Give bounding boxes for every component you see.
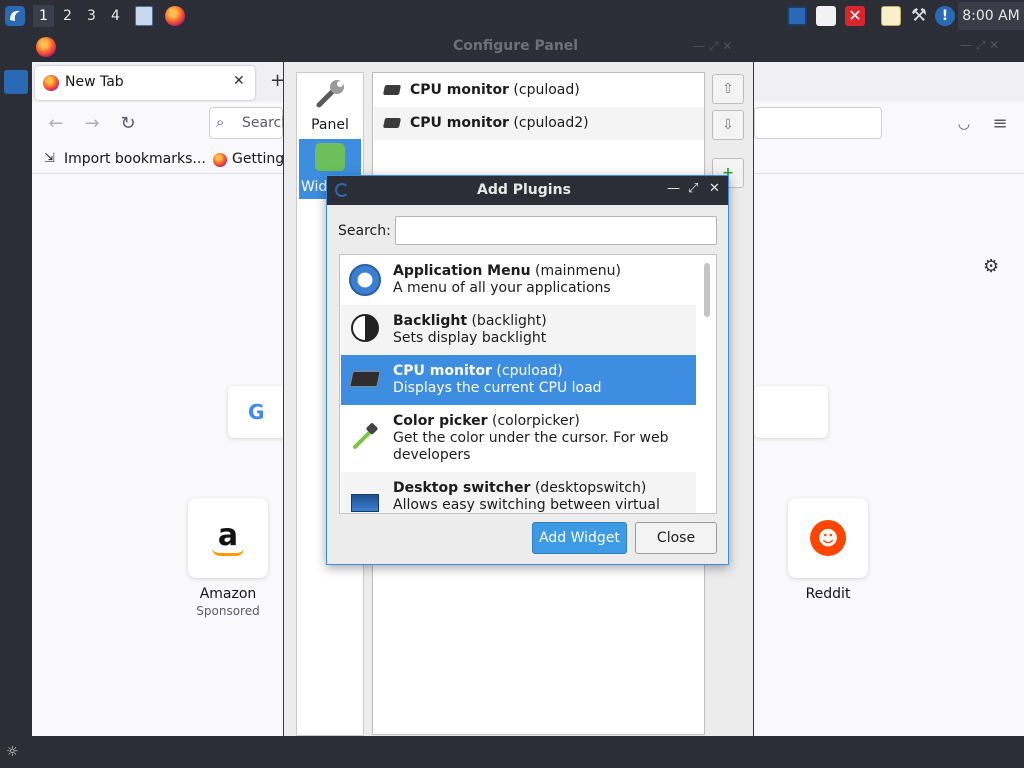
cpu-icon [349, 371, 381, 387]
reddit-icon: ☻ [810, 520, 846, 556]
plugin-list: Application Menu (mainmenu) A menu of all… [339, 254, 717, 514]
bookmark-firefox-icon [213, 153, 227, 167]
url-bar[interactable]: ⌕ Search [209, 107, 290, 139]
widget-row-cpuload[interactable]: CPU monitor (cpuload) [374, 74, 704, 107]
search-box-right[interactable] [754, 386, 828, 438]
configure-panel-title: Configure Panel [453, 38, 579, 54]
plugin-text: Color picker (colorpicker) Get the color … [393, 413, 669, 463]
close-button[interactable]: Close [635, 522, 717, 554]
search-label: Search: [338, 223, 391, 239]
puzzle-icon [315, 143, 345, 171]
brightness-icon [351, 314, 379, 342]
tab-title: New Tab [65, 74, 124, 90]
reload-icon[interactable]: ↻ [115, 111, 141, 137]
plugin-item-cpuload[interactable]: CPU monitor (cpuload) Displays the curren… [341, 355, 696, 405]
pocket-icon[interactable]: ◡ [951, 111, 977, 137]
plugin-list-scrollbar[interactable] [704, 263, 710, 317]
firefox-launcher-icon-2[interactable] [36, 37, 56, 57]
plugin-text: Backlight (backlight) Sets display backli… [393, 313, 547, 346]
clock[interactable]: 8:00 AM [958, 2, 1024, 30]
plugin-item-backlight[interactable]: Backlight (backlight) Sets display backli… [341, 305, 696, 355]
add-widget-button[interactable]: Add Widget [532, 522, 627, 554]
search-icon: ⌕ [216, 113, 225, 131]
maximize-icon[interactable]: ⤢ [688, 181, 698, 196]
widget-row-label: CPU monitor (cpuload) [410, 82, 580, 98]
widget-row-label: CPU monitor (cpuload2) [410, 115, 589, 131]
ghost-window-controls: — ⤢ ✕ [960, 38, 1000, 52]
back-icon[interactable]: ← [43, 111, 69, 137]
sidebar-panel-label: Panel [311, 117, 349, 133]
widget-row-cpuload2[interactable]: CPU monitor (cpuload2) [374, 107, 704, 140]
file-manager-icon[interactable] [135, 6, 153, 26]
cpu-icon [382, 85, 402, 95]
add-plugins-dialog: Add Plugins — ⤢ ✕ Search: Application Me… [326, 175, 729, 565]
close-red-icon[interactable]: ✕ [845, 6, 865, 26]
move-down-button[interactable]: ⇩ [712, 110, 744, 140]
plugin-text: Application Menu (mainmenu) A menu of all… [393, 263, 621, 296]
app-menu-icon[interactable] [4, 5, 26, 27]
wrench-icon [313, 77, 347, 111]
move-up-button[interactable]: ⇧ [712, 74, 744, 104]
tile-reddit-label: Reddit [805, 586, 851, 602]
minimize-icon[interactable]: — [667, 181, 680, 196]
google-search-box[interactable]: G [228, 386, 288, 438]
firefox-tab-icon [43, 75, 59, 91]
bottom-panel: ☼ [0, 736, 1024, 768]
network-icon[interactable] [787, 6, 807, 26]
tab-new-tab[interactable]: New Tab ✕ [35, 66, 255, 100]
amazon-smile-icon [212, 548, 244, 556]
sidebar-item-panel[interactable]: Panel [297, 73, 363, 139]
brightness-small-icon[interactable]: ☼ [6, 744, 19, 760]
bookmark-import[interactable]: Import bookmarks... [64, 151, 206, 167]
top-panel: 1 2 3 4 ✕ ⚒ ! 8:00 AM [0, 0, 1024, 32]
tools-icon[interactable]: ⚒ [909, 6, 929, 26]
url-bar-right[interactable] [754, 107, 882, 139]
add-plugins-titlebar[interactable]: Add Plugins — ⤢ ✕ [327, 176, 728, 205]
bookmark-getting-started[interactable]: Getting [232, 151, 284, 167]
plugin-item-desktopswitch[interactable]: Desktop switcher (desktopswitch) Allows e… [341, 472, 696, 513]
google-icon: G [248, 400, 265, 424]
cpu-icon [382, 118, 402, 128]
plugin-item-colorpicker[interactable]: Color picker (colorpicker) Get the color … [341, 405, 696, 472]
settings-gear-icon[interactable]: ⚙ [983, 256, 999, 277]
import-bookmarks-icon: ⇲ [44, 151, 55, 166]
notes-icon[interactable] [881, 6, 901, 26]
left-dock [0, 32, 32, 736]
desktop-switcher-icon [351, 494, 379, 512]
plugin-text: Desktop switcher (desktopswitch) Allows e… [393, 480, 660, 513]
workspace-1[interactable]: 1 [33, 5, 54, 27]
tile-amazon-label: Amazon [199, 586, 257, 602]
dialog-app-icon [335, 183, 349, 197]
add-plugins-title: Add Plugins [477, 182, 571, 198]
sidebar-widgets-label: Wid [301, 179, 328, 195]
clipboard-icon[interactable] [816, 6, 836, 26]
tile-amazon-sponsored: Sponsored [196, 604, 260, 618]
app-menu-icon [349, 264, 381, 296]
tile-amazon[interactable]: a [188, 498, 268, 578]
color-picker-icon [349, 419, 381, 451]
workspace-3[interactable]: 3 [81, 5, 102, 27]
cp-window-controls[interactable]: — ⤢ ✕ [693, 39, 732, 54]
workspace-2[interactable]: 2 [57, 5, 78, 27]
plugin-text: CPU monitor (cpuload) Displays the curren… [393, 363, 602, 396]
plugin-item-mainmenu[interactable]: Application Menu (mainmenu) A menu of all… [341, 255, 696, 305]
forward-icon[interactable]: → [79, 111, 105, 137]
hamburger-menu-icon[interactable]: ≡ [987, 111, 1013, 137]
firefox-icon[interactable] [165, 6, 185, 26]
taskbar-app-icon[interactable] [4, 70, 28, 94]
tile-reddit[interactable]: ☻ [788, 498, 868, 578]
search-input[interactable] [395, 216, 717, 245]
close-icon[interactable]: ✕ [709, 181, 720, 196]
workspace-4[interactable]: 4 [105, 5, 126, 27]
close-tab-icon[interactable]: ✕ [233, 73, 245, 89]
configure-panel-titlebar[interactable]: Configure Panel — ⤢ ✕ [283, 32, 753, 62]
info-icon[interactable]: ! [935, 6, 955, 26]
